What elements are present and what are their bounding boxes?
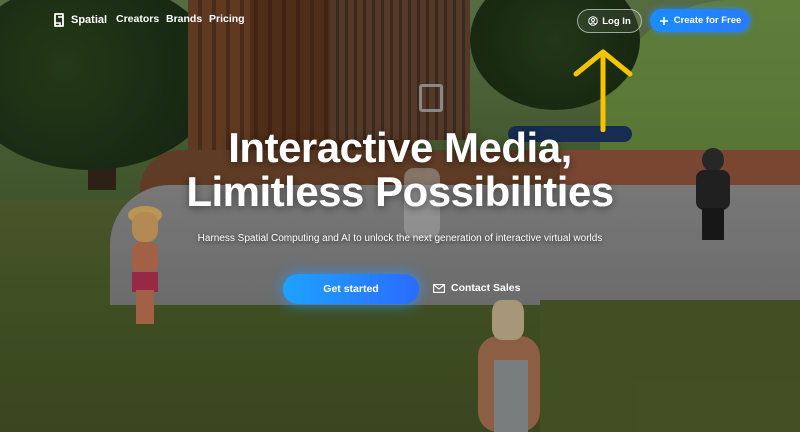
contact-sales-link[interactable]: Contact Sales bbox=[433, 282, 520, 294]
nav-link-creators[interactable]: Creators bbox=[116, 13, 159, 25]
top-nav: Spatial Creators Brands Pricing Log In C… bbox=[0, 0, 800, 42]
up-arrow-icon bbox=[573, 49, 633, 132]
contact-sales-label: Contact Sales bbox=[451, 282, 521, 294]
hero-title-line: Limitless Possibilities bbox=[186, 168, 614, 215]
spatial-logo-icon bbox=[54, 13, 64, 27]
mail-icon bbox=[433, 283, 445, 293]
create-for-free-button[interactable]: Create for Free bbox=[650, 9, 750, 32]
get-started-label: Get started bbox=[323, 283, 379, 295]
plus-icon bbox=[659, 16, 668, 25]
nav-link-brands[interactable]: Brands bbox=[166, 13, 202, 25]
background-scene bbox=[0, 0, 800, 432]
login-button[interactable]: Log In bbox=[577, 9, 642, 33]
create-label: Create for Free bbox=[673, 15, 742, 26]
login-label: Log In bbox=[602, 15, 631, 27]
get-started-button[interactable]: Get started bbox=[283, 274, 419, 304]
brand-logo[interactable]: Spatial bbox=[52, 12, 107, 28]
hero-subtitle: Harness Spatial Computing and AI to unlo… bbox=[197, 233, 603, 244]
darken-overlay bbox=[0, 0, 800, 432]
hero-title-line: Interactive Media, bbox=[228, 124, 572, 171]
brand-name: Spatial bbox=[71, 14, 108, 26]
user-circle-icon bbox=[588, 16, 599, 26]
hero-title: Interactive Media, Limitless Possibiliti… bbox=[0, 126, 800, 214]
nav-link-pricing[interactable]: Pricing bbox=[209, 13, 245, 25]
